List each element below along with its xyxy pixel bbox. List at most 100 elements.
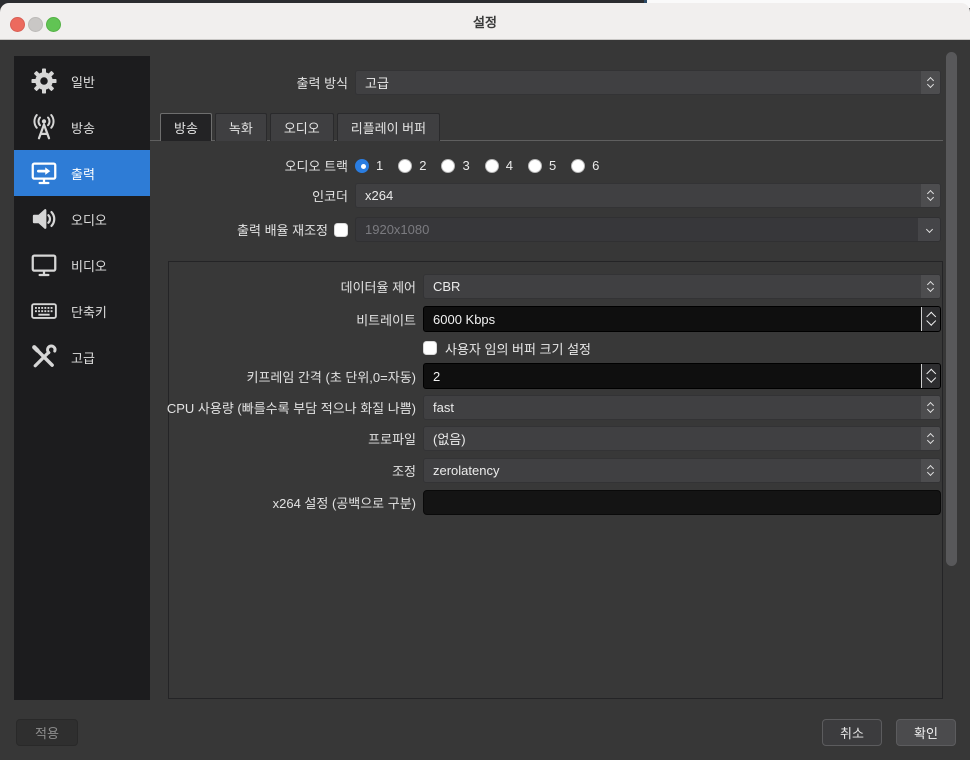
custom-buffer-label: 사용자 임의 버퍼 크기 설정	[445, 339, 591, 358]
bitrate-spinbox[interactable]: 6000 Kbps	[423, 306, 941, 332]
sidebar-item-label: 단축키	[71, 302, 107, 321]
sidebar-item-label: 출력	[71, 164, 95, 183]
output-icon	[28, 157, 60, 189]
tools-icon	[28, 341, 60, 373]
rescale-checkbox[interactable]	[334, 223, 348, 237]
encoder-value: x264	[356, 188, 921, 203]
rate-control-label: 데이터율 제어	[150, 277, 423, 296]
radio-icon[interactable]	[528, 159, 542, 173]
keyframe-row: 키프레임 간격 (초 단위,0=자동) 2	[150, 363, 941, 389]
sidebar-item-general[interactable]: 일반	[14, 58, 150, 104]
tab-audio[interactable]: 오디오	[270, 113, 334, 141]
bitrate-label: 비트레이트	[150, 310, 423, 329]
custom-buffer-wrap: 사용자 임의 버퍼 크기 설정	[423, 340, 941, 356]
tab-streaming[interactable]: 방송	[160, 113, 212, 141]
sidebar-item-audio[interactable]: 오디오	[14, 196, 150, 242]
radio-label: 3	[462, 158, 469, 173]
bitrate-value: 6000 Kbps	[424, 312, 921, 327]
vertical-scrollbar[interactable]	[946, 52, 957, 566]
rescale-select: 1920x1080	[355, 217, 941, 242]
sidebar-item-label: 고급	[71, 348, 95, 367]
sidebar-item-label: 일반	[71, 72, 95, 91]
chevron-down-icon	[918, 218, 940, 241]
x264-options-label: x264 설정 (공백으로 구분)	[150, 493, 423, 512]
audio-track-option-3[interactable]: 3	[441, 158, 469, 173]
apply-button[interactable]: 적용	[16, 719, 78, 746]
rescale-value: 1920x1080	[356, 222, 918, 237]
chevron-updown-icon[interactable]	[921, 71, 940, 94]
radio-label: 5	[549, 158, 556, 173]
custom-buffer-checkbox[interactable]	[423, 341, 437, 355]
gear-icon	[28, 65, 60, 97]
radio-label: 1	[376, 158, 383, 173]
radio-icon[interactable]	[441, 159, 455, 173]
encoder-row: 인코더 x264	[150, 183, 941, 208]
tune-label: 조정	[150, 461, 423, 480]
radio-selected-icon[interactable]	[355, 159, 369, 173]
tune-row: 조정 zerolatency	[150, 458, 941, 483]
sidebar-item-hotkeys[interactable]: 단축키	[14, 288, 150, 334]
custom-buffer-row: 사용자 임의 버퍼 크기 설정	[150, 340, 941, 356]
tune-select[interactable]: zerolatency	[423, 458, 941, 483]
spinner-updown-icon[interactable]	[921, 364, 940, 388]
sidebar-item-label: 오디오	[71, 210, 107, 229]
chevron-updown-icon[interactable]	[921, 275, 940, 298]
rate-control-value: CBR	[424, 279, 921, 294]
chevron-updown-icon[interactable]	[921, 427, 940, 450]
radio-icon[interactable]	[485, 159, 499, 173]
radio-icon[interactable]	[571, 159, 585, 173]
keyframe-value: 2	[424, 369, 921, 384]
sidebar-item-output[interactable]: 출력	[14, 150, 150, 196]
bitrate-row: 비트레이트 6000 Kbps	[150, 306, 941, 332]
radio-icon[interactable]	[398, 159, 412, 173]
cpu-usage-select[interactable]: fast	[423, 395, 941, 420]
profile-row: 프로파일 (없음)	[150, 426, 941, 451]
output-mode-select[interactable]: 고급	[355, 70, 941, 95]
spinner-updown-icon[interactable]	[921, 307, 940, 331]
tab-replay-buffer[interactable]: 리플레이 버퍼	[337, 113, 440, 141]
profile-label: 프로파일	[150, 429, 423, 448]
chevron-updown-icon[interactable]	[921, 396, 940, 419]
cpu-usage-label: CPU 사용량 (빠를수록 부담 적으나 화질 나쁨)	[150, 398, 423, 417]
settings-sidebar: 일반 방송 출력	[14, 56, 150, 700]
sidebar-item-stream[interactable]: 방송	[14, 104, 150, 150]
audio-track-radios: 1 2 3 4 5 6	[355, 153, 941, 178]
audio-track-option-2[interactable]: 2	[398, 158, 426, 173]
cancel-button[interactable]: 취소	[822, 719, 882, 746]
radio-label: 2	[419, 158, 426, 173]
output-mode-label: 출력 방식	[150, 73, 355, 92]
audio-track-label: 오디오 트랙	[150, 156, 355, 175]
monitor-icon	[28, 249, 60, 281]
audio-track-option-4[interactable]: 4	[485, 158, 513, 173]
keyframe-label: 키프레임 간격 (초 단위,0=자동)	[150, 367, 423, 386]
output-tabs: 방송 녹화 오디오 리플레이 버퍼	[160, 113, 440, 141]
window-title: 설정	[0, 3, 970, 40]
x264-options-input[interactable]	[423, 490, 941, 515]
radio-label: 6	[592, 158, 599, 173]
sidebar-item-video[interactable]: 비디오	[14, 242, 150, 288]
audio-track-option-6[interactable]: 6	[571, 158, 599, 173]
sidebar-item-advanced[interactable]: 고급	[14, 334, 150, 380]
rescale-label-wrap: 출력 배율 재조정	[150, 220, 355, 239]
audio-track-option-5[interactable]: 5	[528, 158, 556, 173]
radio-label: 4	[506, 158, 513, 173]
chevron-updown-icon[interactable]	[921, 459, 940, 482]
output-mode-value: 고급	[356, 73, 921, 92]
audio-track-option-1[interactable]: 1	[355, 158, 383, 173]
keyframe-spinbox[interactable]: 2	[423, 363, 941, 389]
rate-control-select[interactable]: CBR	[423, 274, 941, 299]
tab-recording[interactable]: 녹화	[215, 113, 267, 141]
rescale-label: 출력 배율 재조정	[237, 220, 328, 239]
profile-value: (없음)	[424, 429, 921, 448]
cpu-usage-row: CPU 사용량 (빠를수록 부담 적으나 화질 나쁨) fast	[150, 395, 941, 420]
sidebar-item-label: 방송	[71, 118, 95, 137]
ok-button[interactable]: 확인	[896, 719, 956, 746]
sidebar-item-label: 비디오	[71, 256, 107, 275]
chevron-updown-icon[interactable]	[921, 184, 940, 207]
encoder-label: 인코더	[150, 186, 355, 205]
encoder-select[interactable]: x264	[355, 183, 941, 208]
tune-value: zerolatency	[424, 463, 921, 478]
cpu-usage-value: fast	[424, 400, 921, 415]
audio-track-row: 오디오 트랙 1 2 3 4 5 6	[150, 153, 941, 178]
profile-select[interactable]: (없음)	[423, 426, 941, 451]
